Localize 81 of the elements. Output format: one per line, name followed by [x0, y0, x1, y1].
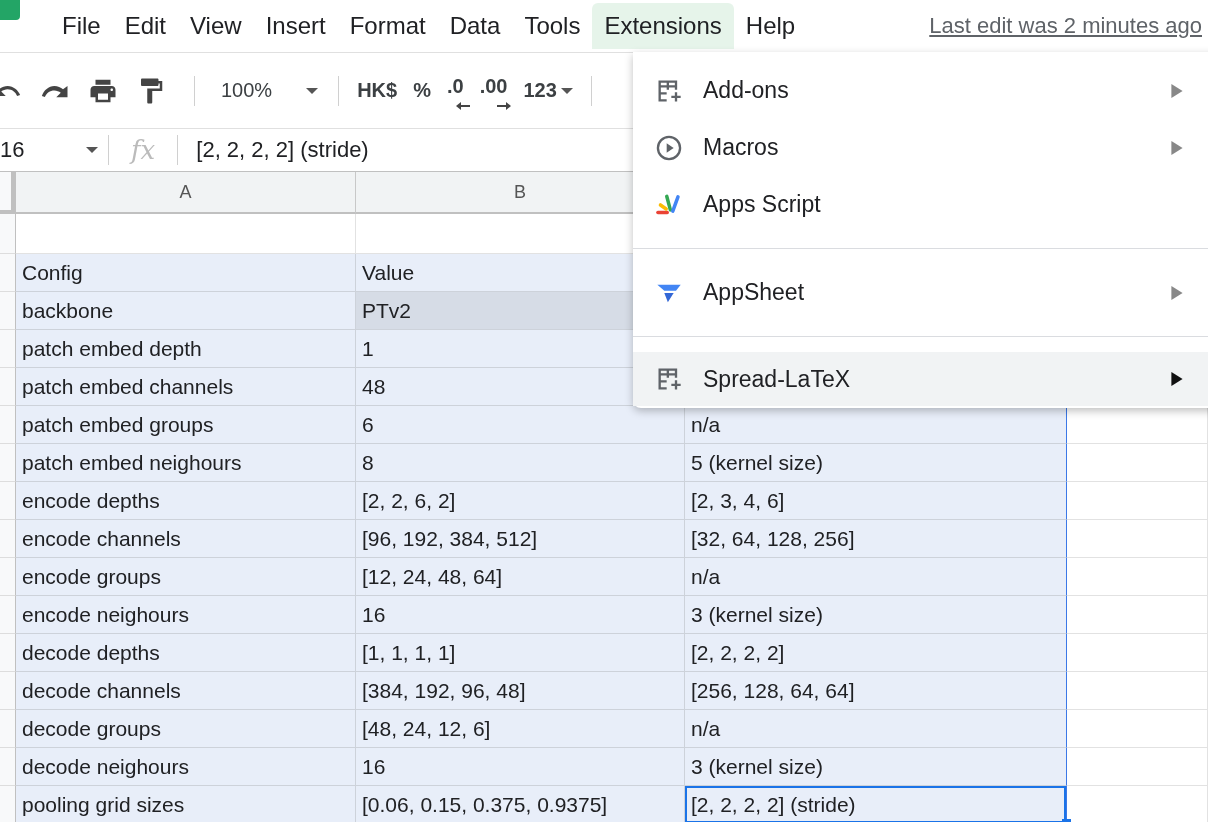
name-box[interactable]: 16 — [0, 137, 108, 163]
select-all-corner[interactable] — [0, 172, 16, 214]
menu-item[interactable]: View — [178, 3, 254, 49]
row-header[interactable] — [0, 444, 16, 482]
menu-item[interactable]: Extensions — [592, 3, 734, 49]
table-cell: patch embed groups — [16, 406, 356, 444]
table-cell: 16 — [356, 596, 685, 634]
row-header[interactable] — [0, 406, 16, 444]
table-cell: decode groups — [16, 710, 356, 748]
row-header[interactable] — [0, 748, 16, 786]
table-cell[interactable]: 3 (kernel size) — [685, 596, 1067, 634]
menu-item[interactable]: Help — [733, 3, 808, 49]
table-cell: [1, 1, 1, 1] — [356, 634, 685, 672]
menu-item[interactable]: Tools — [512, 3, 593, 49]
decrease-decimals-button[interactable]: .0 — [438, 69, 472, 112]
row-header[interactable] — [0, 710, 16, 748]
caret-icon — [86, 147, 98, 153]
menu-item[interactable]: Add-ons — [633, 62, 1208, 119]
row-header[interactable] — [0, 672, 16, 710]
table-cell: patch embed channels — [16, 368, 356, 406]
menu-item[interactable]: Spread-LaTeX — [633, 352, 1208, 406]
arrow-right-icon — [497, 102, 512, 110]
caret-icon — [560, 87, 573, 94]
table-cell: [48, 24, 12, 6] — [356, 710, 685, 748]
table-cell: 8 — [356, 444, 685, 482]
percent-button[interactable]: % — [405, 73, 439, 108]
fx-label: fx — [131, 135, 156, 165]
menu-item[interactable]: Data — [437, 3, 513, 49]
table-cell[interactable]: 5 (kernel size) — [685, 444, 1067, 482]
row-header[interactable] — [0, 330, 16, 368]
table-cell: Config — [16, 254, 356, 292]
table-cell: backbone — [16, 292, 356, 330]
number-format-dropdown[interactable]: 123 — [515, 73, 581, 108]
row-header[interactable] — [0, 254, 16, 292]
table-cell: patch embed depth — [16, 330, 356, 368]
caret-icon — [306, 87, 319, 94]
table-cell: [384, 192, 96, 48] — [356, 672, 685, 710]
play-circle-icon — [655, 133, 683, 162]
menu-item[interactable]: Insert — [253, 3, 338, 49]
row-header[interactable] — [0, 368, 16, 406]
table-cell[interactable]: n/a — [685, 710, 1067, 748]
row-header[interactable] — [0, 558, 16, 596]
row-header[interactable] — [0, 634, 16, 672]
column-header[interactable]: A — [16, 172, 356, 214]
row-header[interactable] — [0, 482, 16, 520]
zoom-dropdown[interactable]: 100% — [205, 73, 329, 108]
last-edit-link[interactable]: Last edit was 2 minutes ago — [929, 13, 1202, 39]
currency-button[interactable]: HK$ — [349, 73, 406, 108]
table-cell: decode depths — [16, 634, 356, 672]
increase-decimals-button[interactable]: .00 — [471, 69, 516, 112]
table-cell: [96, 192, 384, 512] — [356, 520, 685, 558]
table-cell: patch embed neighours — [16, 444, 356, 482]
table-cell: pooling grid sizes — [16, 786, 356, 822]
row-header[interactable] — [0, 292, 16, 330]
table-cell[interactable]: n/a — [685, 406, 1067, 444]
table-cell: [12, 24, 48, 64] — [356, 558, 685, 596]
row-header[interactable] — [0, 214, 16, 254]
menu-item[interactable]: Format — [337, 3, 438, 49]
table-cell: encode channels — [16, 520, 356, 558]
row-header[interactable] — [0, 596, 16, 634]
menu-item[interactable]: File — [50, 3, 113, 49]
table-cell: decode channels — [16, 672, 356, 710]
table-cell[interactable]: [256, 128, 64, 64] — [685, 672, 1067, 710]
table-cell: encode groups — [16, 558, 356, 596]
arrow-left-icon — [455, 102, 470, 110]
table-cell[interactable]: n/a — [685, 558, 1067, 596]
table-cell[interactable]: [2, 2, 2, 2] — [685, 634, 1067, 672]
row-header[interactable] — [0, 520, 16, 558]
table-cell[interactable]: [32, 64, 128, 256] — [685, 520, 1067, 558]
table-cell: decode neighours — [16, 748, 356, 786]
table-cell: 6 — [356, 406, 685, 444]
table-cell: encode neighours — [16, 596, 356, 634]
table-cell: 16 — [356, 748, 685, 786]
table-cell: [0.06, 0.15, 0.375, 0.9375] — [356, 786, 685, 822]
row-header[interactable] — [0, 786, 16, 822]
table-cell: [2, 2, 6, 2] — [356, 482, 685, 520]
table-cell: encode depths — [16, 482, 356, 520]
menu-item[interactable]: Edit — [112, 3, 179, 49]
table-cell[interactable]: [2, 3, 4, 6] — [685, 482, 1067, 520]
formula-input[interactable]: [2, 2, 2, 2] (stride) — [196, 137, 369, 163]
table-cell[interactable]: 3 (kernel size) — [685, 748, 1067, 786]
